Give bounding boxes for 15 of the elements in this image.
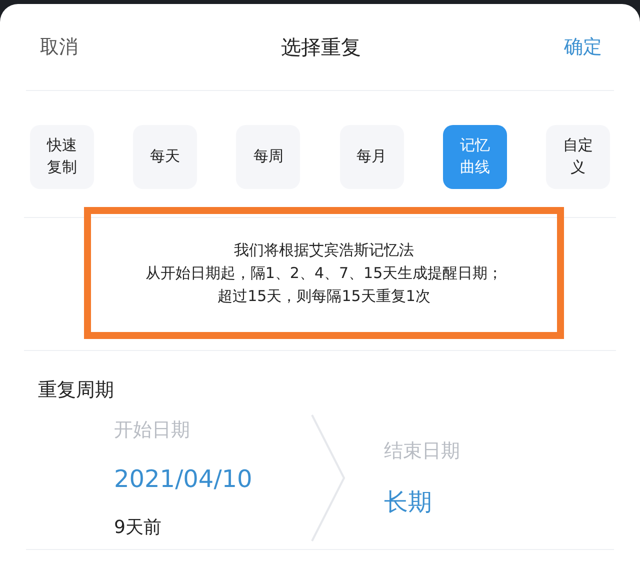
repeat-option[interactable]: 每周 [236, 125, 300, 189]
description-line: 超过15天，则每隔15天重复1次 [218, 286, 430, 306]
repeat-option[interactable]: 每天 [133, 125, 198, 189]
end-date-label: 结束日期 [384, 439, 461, 464]
relative-date-note: 9天前 [114, 516, 162, 539]
chevron-icon [310, 413, 348, 543]
description-line: 从开始日期起，隔1、2、4、7、15天生成提醒日期； [145, 264, 503, 282]
repeat-option[interactable]: 每月 [340, 125, 404, 189]
cancel-button[interactable]: 取消 [40, 34, 78, 60]
repeat-option[interactable]: 自定义 [546, 125, 610, 189]
start-date-label: 开始日期 [114, 418, 191, 443]
description-line: 我们将根据艾宾浩斯记忆法 [234, 240, 414, 260]
section-title: 重复周期 [37, 378, 115, 403]
sheet-title: 选择重复 [281, 34, 361, 60]
repeat-option[interactable]: 快速复制 [30, 125, 94, 189]
